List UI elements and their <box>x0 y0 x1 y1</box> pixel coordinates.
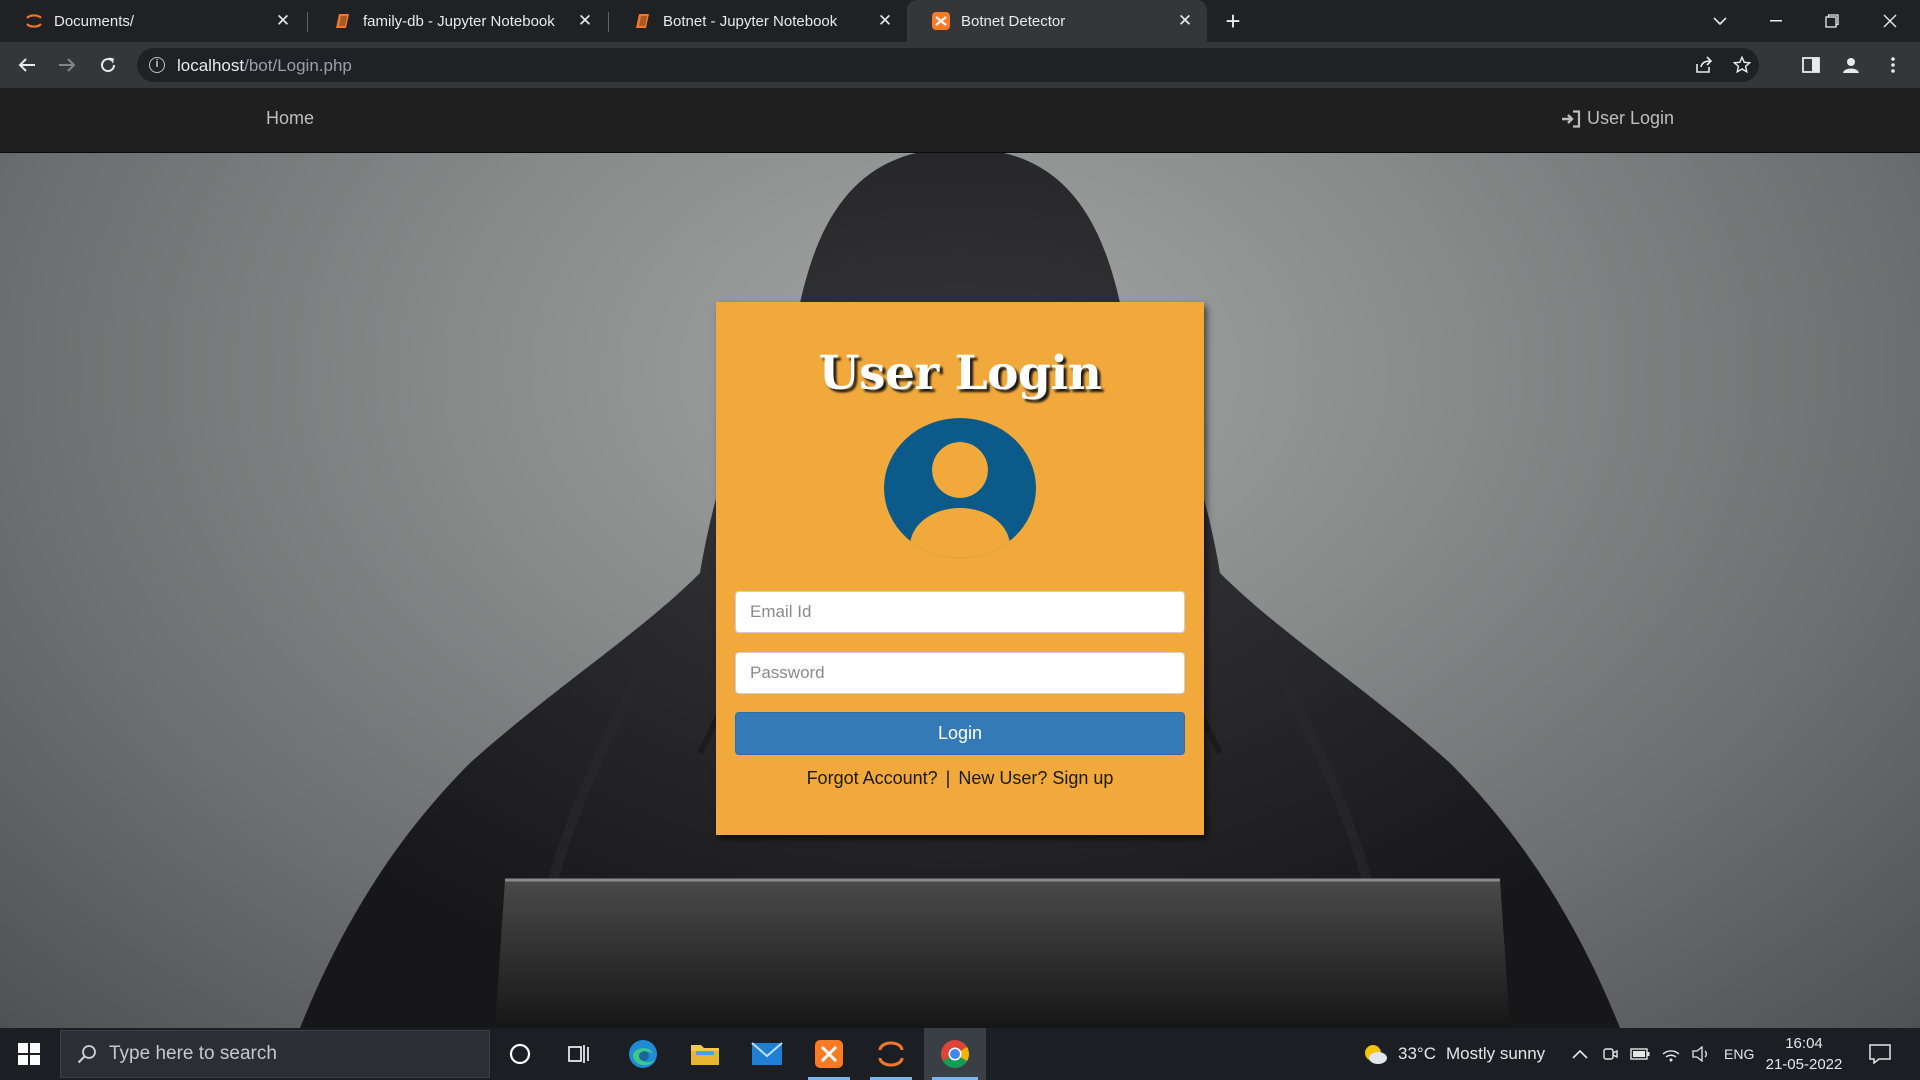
jupyter-taskbar-icon[interactable] <box>862 1028 920 1080</box>
nav-user-login-link[interactable]: User Login <box>1561 108 1674 129</box>
web-page: Home User Login User Login Login Forgot … <box>0 88 1920 1028</box>
taskbar-search-box[interactable]: Type here to search <box>60 1030 490 1078</box>
windows-taskbar: Type here to search 33°C Mostly sunny EN… <box>0 1028 1920 1080</box>
task-view-icon[interactable] <box>551 1028 609 1080</box>
link-separator: | <box>945 768 951 788</box>
chevron-up-icon[interactable] <box>1572 1049 1588 1059</box>
notebook-icon <box>333 11 353 31</box>
reload-icon[interactable] <box>93 50 123 80</box>
partly-sunny-icon <box>1365 1045 1387 1064</box>
menu-dots-icon[interactable] <box>1878 50 1908 80</box>
browser-tab-strip: Documents/ ✕ family-db - Jupyter Noteboo… <box>0 0 1920 42</box>
wifi-icon[interactable] <box>1662 1046 1680 1062</box>
volume-icon[interactable] <box>1692 1046 1710 1062</box>
search-placeholder: Type here to search <box>109 1043 277 1064</box>
side-panel-icon[interactable] <box>1796 50 1826 80</box>
new-tab-button[interactable]: + <box>1220 8 1246 35</box>
meet-now-icon[interactable] <box>1602 1046 1618 1062</box>
clock[interactable]: 16:04 21-05-2022 <box>1760 1033 1848 1075</box>
tab-title: Documents/ <box>54 12 135 30</box>
notebook-icon <box>633 11 653 31</box>
battery-icon[interactable] <box>1630 1048 1650 1060</box>
signup-link[interactable]: New User? Sign up <box>958 768 1113 789</box>
login-card: User Login Login Forgot Account? | New Use… <box>716 302 1204 835</box>
nav-home-link[interactable]: Home <box>266 108 314 129</box>
xampp-taskbar-icon[interactable] <box>800 1028 858 1080</box>
notification-icon[interactable] <box>1850 1028 1910 1080</box>
tab-search-icon[interactable] <box>1696 0 1744 42</box>
windows-start-icon[interactable] <box>0 1028 58 1080</box>
tab-family-db[interactable]: family-db - Jupyter Notebook ✕ <box>309 0 607 42</box>
weather-temp: 33°C <box>1398 1044 1436 1063</box>
jupyter-icon <box>24 11 44 31</box>
system-tray: ENG <box>1572 1028 1754 1080</box>
close-icon[interactable]: ✕ <box>875 11 895 31</box>
account-links: Forgot Account? | New User? Sign up <box>716 768 1204 789</box>
weather-widget[interactable]: 33°C Mostly sunny <box>1362 1028 1545 1080</box>
site-navbar: Home User Login <box>0 88 1920 153</box>
edge-icon[interactable] <box>614 1028 672 1080</box>
weather-text: Mostly sunny <box>1445 1044 1546 1063</box>
sign-in-icon <box>1561 109 1581 128</box>
email-input[interactable] <box>735 591 1185 633</box>
login-button[interactable]: Login <box>735 712 1185 755</box>
site-info-icon[interactable]: i <box>149 57 165 73</box>
close-icon[interactable]: ✕ <box>1175 11 1195 31</box>
tab-documents[interactable]: Documents/ ✕ <box>0 0 305 42</box>
user-avatar-icon <box>884 418 1036 558</box>
forward-icon[interactable] <box>52 50 82 80</box>
url-text: localhost/bot/Login.php <box>177 56 352 75</box>
chrome-taskbar-icon[interactable] <box>924 1028 986 1080</box>
clock-date: 21-05-2022 <box>1765 1056 1843 1073</box>
file-explorer-icon[interactable] <box>676 1028 734 1080</box>
clock-time: 16:04 <box>1785 1035 1823 1052</box>
cortana-icon[interactable] <box>491 1028 549 1080</box>
tab-botnet-notebook[interactable]: Botnet - Jupyter Notebook ✕ <box>609 0 907 42</box>
bookmark-star-icon[interactable] <box>1727 50 1757 80</box>
password-input[interactable] <box>735 652 1185 694</box>
minimize-button[interactable] <box>1752 0 1800 42</box>
share-icon[interactable] <box>1689 50 1719 80</box>
forgot-account-link[interactable]: Forgot Account? <box>807 768 938 789</box>
tab-title: Botnet Detector <box>961 12 1066 30</box>
address-bar[interactable]: i localhost/bot/Login.php <box>137 48 1759 82</box>
close-icon[interactable]: ✕ <box>273 11 293 31</box>
search-icon <box>77 1045 96 1064</box>
close-icon[interactable]: ✕ <box>575 11 595 31</box>
close-window-button[interactable] <box>1866 0 1914 42</box>
tab-botnet-detector[interactable]: Botnet Detector ✕ <box>907 0 1207 42</box>
mail-icon[interactable] <box>738 1028 796 1080</box>
login-title: User Login <box>818 346 1102 401</box>
profile-icon[interactable] <box>1836 50 1866 80</box>
browser-toolbar: i localhost/bot/Login.php <box>0 42 1920 88</box>
back-icon[interactable] <box>12 50 42 80</box>
language-indicator[interactable]: ENG <box>1724 1046 1754 1062</box>
nav-user-login-label: User Login <box>1586 108 1674 128</box>
tab-title: family-db - Jupyter Notebook <box>363 12 555 30</box>
restore-button[interactable] <box>1808 0 1856 42</box>
tab-divider <box>307 12 308 32</box>
xampp-icon <box>931 11 951 31</box>
tab-title: Botnet - Jupyter Notebook <box>663 12 838 30</box>
